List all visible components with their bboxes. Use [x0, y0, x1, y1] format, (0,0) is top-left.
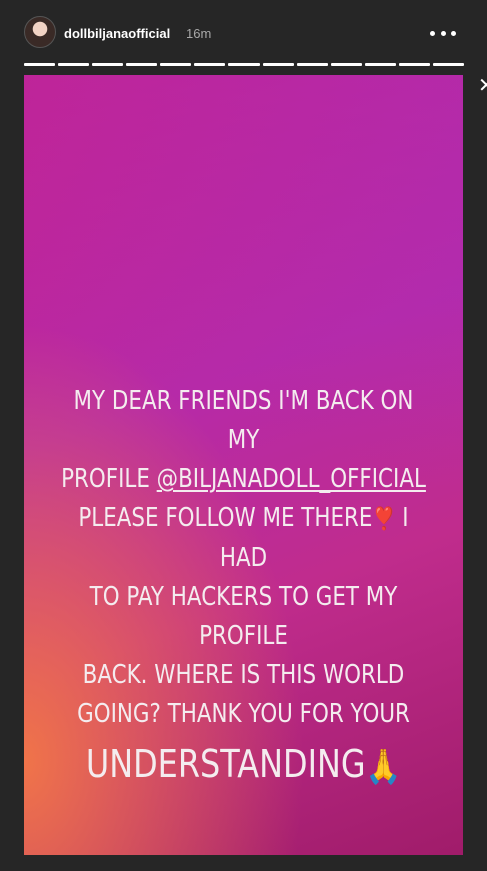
progress-segment — [364, 63, 396, 66]
story-line-large: UNDERSTANDING🙏 — [59, 734, 428, 797]
story-header: dollbiljanaofficial 16m — [0, 0, 487, 66]
progress-segment — [126, 63, 158, 66]
story-line: MY DEAR FRIENDS I'M BACK ON MY — [73, 386, 414, 455]
progress-segment — [58, 63, 90, 66]
more-dot — [440, 30, 446, 36]
progress-segment — [160, 63, 192, 66]
story-text: MY DEAR FRIENDS I'M BACK ON MY PROFILE @… — [59, 382, 428, 797]
progress-segment — [228, 63, 260, 66]
story-viewer: dollbiljanaofficial 16m MY DEAR FRIENDS … — [0, 0, 487, 871]
story-frame[interactable]: MY DEAR FRIENDS I'M BACK ON MY PROFILE @… — [24, 75, 463, 855]
story-line: BACK. WHERE IS THIS WORLD — [82, 660, 405, 690]
story-line-text: UNDERSTANDING — [85, 742, 366, 786]
story-line-prefix: PROFILE — [61, 464, 157, 494]
story-progress-bar — [24, 63, 465, 66]
heart-exclamation-icon: ❣️ — [372, 507, 396, 532]
story-line: PROFILE @BILJANADOLL_OFFICIAL — [59, 460, 428, 499]
progress-segment — [262, 63, 294, 66]
progress-segment — [24, 63, 56, 66]
progress-segment — [432, 63, 465, 66]
story-line: GOING? THANK YOU FOR YOUR — [77, 699, 410, 729]
avatar[interactable] — [24, 16, 56, 48]
progress-segment — [296, 63, 328, 66]
progress-segment — [398, 63, 430, 66]
profile-mention-link[interactable]: @BILJANADOLL_OFFICIAL — [157, 464, 426, 494]
more-dots-icon[interactable] — [430, 23, 456, 43]
story-line: TO PAY HACKERS TO GET MY PROFILE — [89, 582, 398, 651]
folded-hands-icon: 🙏 — [365, 746, 402, 787]
progress-segment — [330, 63, 362, 66]
story-line: PLEASE FOLLOW ME THERE❣️ I HAD — [59, 499, 428, 578]
more-dot — [451, 30, 456, 36]
close-icon[interactable]: ✕ — [478, 76, 487, 96]
timestamp: 16m — [186, 26, 212, 41]
progress-segment — [194, 63, 226, 66]
progress-segment — [92, 63, 124, 66]
story-line-text: PLEASE FOLLOW ME THERE — [78, 503, 373, 533]
more-dot — [430, 30, 435, 36]
username[interactable]: dollbiljanaofficial — [64, 26, 170, 41]
